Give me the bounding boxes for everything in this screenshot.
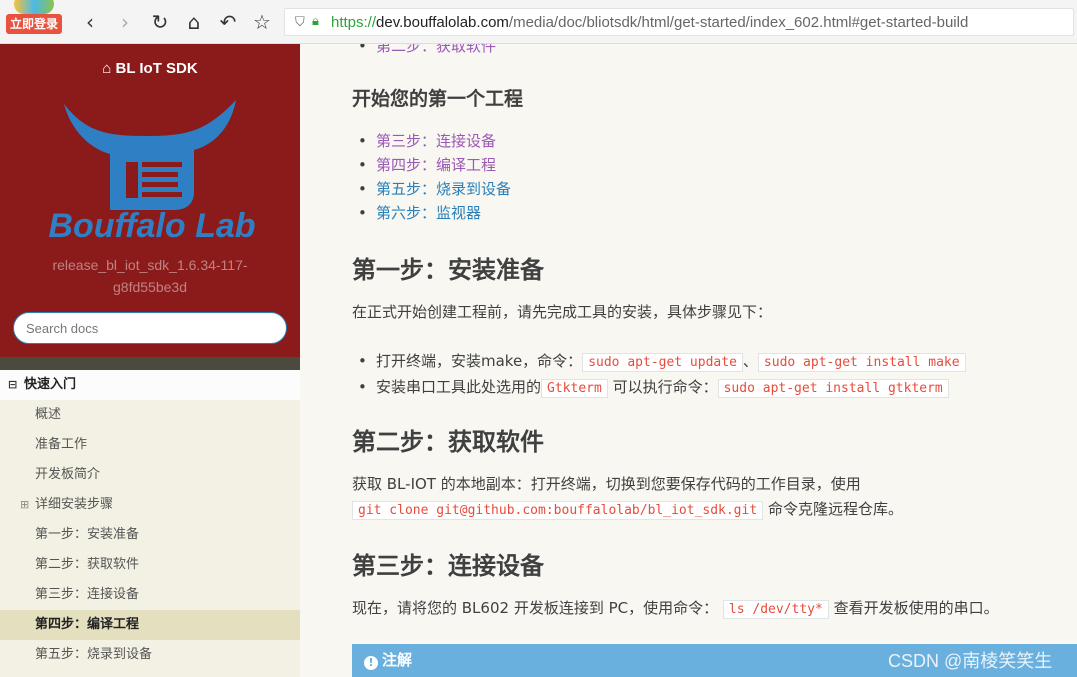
code-apt-update: sudo apt-get update (582, 353, 743, 372)
nav-item-label: 详细安装步骤 (35, 497, 114, 512)
link-step-3[interactable]: 第三步：连接设备 (376, 132, 496, 150)
nav-item-step-2[interactable]: 第二步：获取软件 (0, 550, 300, 580)
list-item: 第六步：监视器 (352, 201, 511, 225)
home-icon: ⌂ (102, 60, 116, 77)
address-bar[interactable]: ⛉ 🔒︎ https://dev.bouffalolab.com/media/d… (284, 8, 1074, 36)
bullet-text: 安装串口工具此处选用的 (376, 378, 542, 396)
forward-icon[interactable]: › (113, 10, 137, 34)
code-install-gtkterm: sudo apt-get install gtkterm (717, 379, 949, 398)
step-2-line-2: git clone git@github.com:bouffalolab/bl_… (352, 497, 903, 523)
info-icon: ! (364, 656, 378, 670)
browser-toolbar: 立即登录 ‹ › ↻ ⌂ ↶ ☆ ⛉ 🔒︎ https://dev.bouffa… (0, 0, 1077, 44)
version-line-2: g8fd55be3d (113, 279, 187, 295)
browser-logo-icon (14, 0, 54, 14)
bullet-text: 可以执行命令： (612, 378, 718, 396)
nav-item-step-5[interactable]: 第五步：烧录到设备 (0, 640, 300, 670)
nav-menu: ⊟ 快速入门 概述 准备工作 开发板简介 ⊞ 详细安装步骤 第一步：安装准备 第二步… (0, 370, 300, 677)
url-path: /media/doc/bliotsdk/html/get-started/ind… (508, 14, 969, 31)
step-3-text-2: 查看开发板使用的串口。 (833, 599, 999, 617)
link-step-6[interactable]: 第六步：监视器 (376, 204, 481, 222)
csdn-watermark: CSDN @南棱笑笑生 (888, 651, 1053, 671)
step-3-text-1: 现在，请将您的 BL602 开发板连接到 PC，使用命令： (352, 599, 719, 617)
list-item: 第四步：编译工程 (352, 153, 511, 177)
sidebar-divider (0, 357, 300, 370)
step-2-line-1: 获取 BL-IOT 的本地副本：打开终端，切换到您要保存代码的工作目录，使用 (352, 475, 861, 493)
shield-icon: ⛉ (295, 15, 305, 30)
back-icon[interactable]: ‹ (78, 10, 102, 34)
project-link-list: 第三步：连接设备 第四步：编译工程 第五步：烧录到设备 第六步：监视器 (352, 129, 511, 225)
step-1-intro: 在正式开始创建工程前，请先完成工具的安装，具体步骤见下： (352, 303, 773, 321)
project-title: BL IoT SDK (115, 60, 198, 77)
main-content: 第二步：获取软件 开始您的第一个工程 第三步：连接设备 第四步：编译工程 第五步… (300, 44, 1077, 677)
undo-icon[interactable]: ↶ (216, 10, 240, 34)
note-title: 注解 (382, 651, 413, 669)
nav-item-install-steps[interactable]: ⊞ 详细安装步骤 (0, 490, 300, 520)
search-input[interactable] (13, 312, 287, 344)
url-scheme: https:// (331, 14, 377, 31)
lock-icon: 🔒︎ (312, 14, 319, 29)
url-host: dev.bouffalolab.com (376, 14, 509, 31)
nav-item-board-intro[interactable]: 开发板简介 (0, 460, 300, 490)
nav-caption-label: 快速入门 (24, 377, 77, 392)
step-1-heading: 第一步：安装准备 (352, 256, 544, 284)
step-2-tail: 命令克隆远程仓库。 (767, 500, 903, 518)
nav-item-overview[interactable]: 概述 (0, 400, 300, 430)
nav-caption-quickstart[interactable]: ⊟ 快速入门 (0, 370, 300, 400)
separator: 、 (742, 352, 758, 370)
nav-item-preparation[interactable]: 准备工作 (0, 430, 300, 460)
project-home-link[interactable]: ⌂ BL IoT SDK (0, 60, 300, 77)
first-project-heading: 开始您的第一个工程 (352, 88, 524, 110)
code-gtkterm: Gtkterm (541, 379, 608, 398)
sidebar: ⌂ BL IoT SDK Bouffalo Lab release_bl_iot… (0, 44, 300, 677)
nav-item-step-3[interactable]: 第三步：连接设备 (0, 580, 300, 610)
bullet-text: 打开终端，安装make，命令： (376, 352, 583, 370)
version-label: release_bl_iot_sdk_1.6.34-117- g8fd55be3… (30, 254, 270, 298)
step-3-text: 现在，请将您的 BL602 开发板连接到 PC，使用命令： ls /dev/tt… (352, 596, 999, 622)
list-item: 第三步：连接设备 (352, 129, 511, 153)
version-line-1: release_bl_iot_sdk_1.6.34-117- (52, 257, 248, 273)
link-step-4[interactable]: 第四步：编译工程 (376, 156, 496, 174)
list-item: 安装串口工具此处选用的Gtkterm 可以执行命令：sudo apt-get i… (352, 375, 966, 401)
step-2-heading: 第二步：获取软件 (352, 428, 544, 456)
nav-item-step-1[interactable]: 第一步：安装准备 (0, 520, 300, 550)
collapse-icon[interactable]: ⊟ (8, 370, 17, 400)
list-item: 打开终端，安装make，命令：sudo apt-get update、sudo … (352, 349, 966, 375)
code-git-clone: git clone git@github.com:bouffalolab/bl_… (352, 501, 764, 520)
nav-item-step-4[interactable]: 第四步：编译工程 (0, 610, 300, 640)
url-text[interactable]: https://dev.bouffalolab.com/media/doc/bl… (331, 14, 968, 31)
login-button[interactable]: 立即登录 (6, 14, 62, 34)
expand-icon[interactable]: ⊞ (20, 490, 29, 520)
list-item: 第二步：获取软件 (352, 44, 496, 58)
reload-icon[interactable]: ↻ (148, 10, 172, 34)
sidebar-header: ⌂ BL IoT SDK Bouffalo Lab release_bl_iot… (0, 44, 300, 357)
code-install-make: sudo apt-get install make (757, 353, 966, 372)
step-1-list: 打开终端，安装make，命令：sudo apt-get update、sudo … (352, 349, 966, 401)
logo-text: Bouffalo Lab (48, 207, 255, 242)
bouffalo-lab-logo[interactable]: Bouffalo Lab (26, 92, 278, 242)
home-icon[interactable]: ⌂ (182, 10, 206, 34)
link-step-2[interactable]: 第二步：获取软件 (376, 44, 496, 55)
code-ls-dev: ls /dev/tty* (722, 600, 829, 619)
top-link-list: 第二步：获取软件 (352, 44, 496, 58)
star-icon[interactable]: ☆ (250, 10, 274, 34)
list-item: 第五步：烧录到设备 (352, 177, 511, 201)
step-3-heading: 第三步：连接设备 (352, 552, 544, 580)
link-step-5[interactable]: 第五步：烧录到设备 (376, 180, 511, 198)
